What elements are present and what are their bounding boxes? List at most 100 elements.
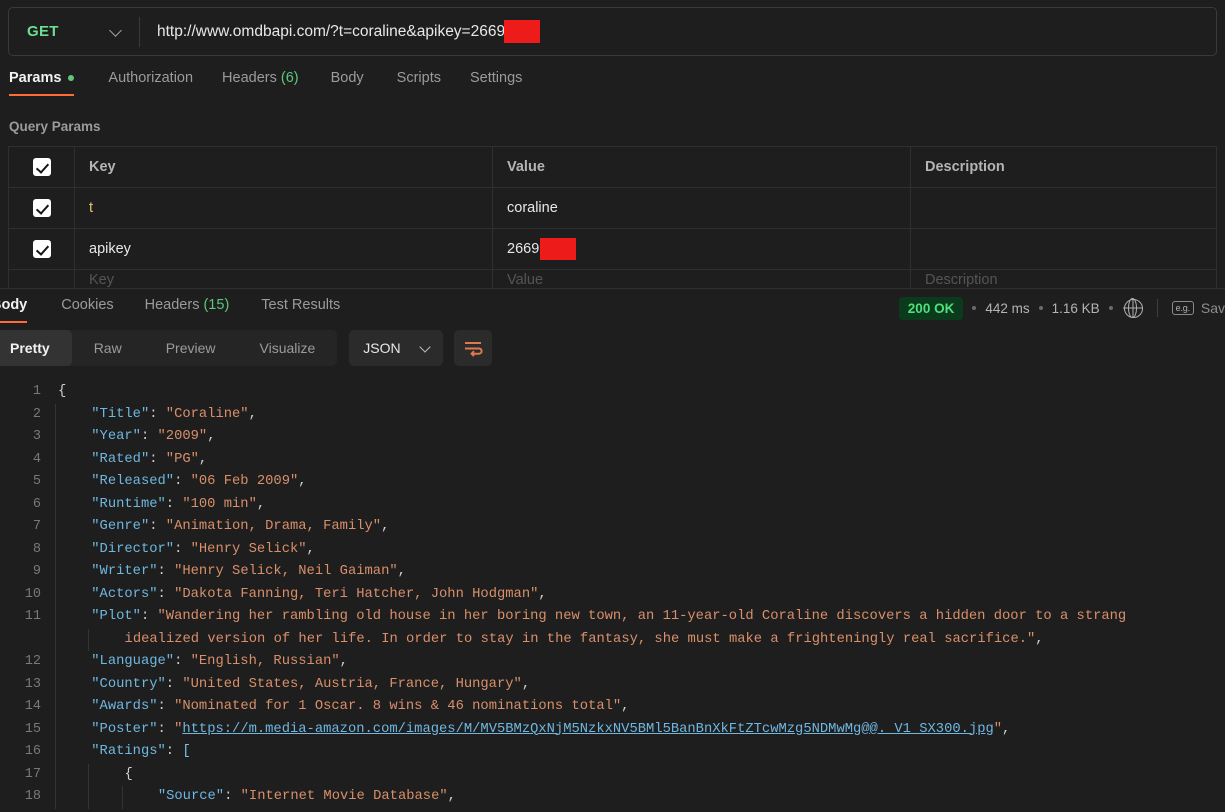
- json-key: "Language": [91, 654, 175, 669]
- param-key-placeholder[interactable]: Key: [75, 270, 493, 289]
- view-mode-visualize[interactable]: Visualize: [238, 330, 338, 366]
- globe-icon[interactable]: [1123, 298, 1143, 318]
- param-value-input[interactable]: 2669: [493, 229, 911, 269]
- json-key: "Poster": [91, 721, 158, 737]
- status-badge: 200 OK: [898, 296, 964, 320]
- json-punctuation: ,: [397, 564, 406, 579]
- view-mode-preview[interactable]: Preview: [144, 330, 238, 366]
- view-mode-pretty[interactable]: Pretty: [0, 330, 72, 366]
- line-number: 12: [24, 654, 41, 669]
- json-punctuation: :: [149, 406, 166, 422]
- param-key-text: t: [89, 200, 94, 216]
- json-punctuation: ,: [521, 676, 531, 692]
- row-checkbox-cell: [9, 229, 75, 269]
- code-text: idealized version of her life. In order …: [54, 628, 1044, 651]
- json-key: "Actors": [91, 586, 158, 602]
- url-input[interactable]: http://www.omdbapi.com/?t=coraline&apike…: [140, 8, 1216, 55]
- indent-guide: [121, 786, 123, 809]
- code-text: "Poster": "https://m.media-amazon.com/im…: [54, 718, 1010, 741]
- code-content: "Language": "English, Russian",: [58, 654, 348, 669]
- indent-guide: [55, 696, 56, 719]
- param-key-input[interactable]: apikey: [75, 229, 493, 269]
- code-content: "Awards": "Nominated for 1 Oscar. 8 wins…: [58, 699, 629, 714]
- request-tab-settings[interactable]: Settings: [470, 70, 522, 96]
- request-tab-params[interactable]: Params: [9, 70, 75, 96]
- view-mode-group: Pretty Raw Preview Visualize: [0, 330, 338, 366]
- response-tab-test-results[interactable]: Test Results: [261, 289, 340, 323]
- line-number: 1: [32, 384, 41, 399]
- json-punctuation: ,: [248, 406, 257, 422]
- row-enabled-checkbox[interactable]: [32, 240, 51, 258]
- json-string: "2009": [157, 429, 208, 444]
- json-string: "English, Russian": [190, 654, 340, 669]
- json-link[interactable]: https://m.media-amazon.com/images/M/MV5B…: [182, 722, 993, 737]
- code-content: "Rated": "PG",: [58, 452, 207, 467]
- code-text: {: [54, 381, 66, 404]
- indent-guide: [55, 561, 56, 584]
- save-response-button[interactable]: Sav: [1201, 300, 1225, 316]
- json-key: "Title": [91, 406, 150, 422]
- response-tab-headers[interactable]: Headers (15): [145, 289, 230, 323]
- view-mode-raw[interactable]: Raw: [72, 330, 144, 366]
- param-key-input[interactable]: t: [75, 188, 493, 228]
- line-number: 18: [24, 789, 41, 804]
- request-tab-headers[interactable]: Headers (6): [222, 70, 299, 96]
- url-text: http://www.omdbapi.com/?t=coraline&apike…: [157, 22, 506, 40]
- response-tab-label: Test Results: [261, 297, 341, 313]
- code-line: 6 "Runtime": "100 min",: [0, 493, 1225, 516]
- json-punctuation: ,: [538, 586, 547, 602]
- json-punctuation: {: [124, 766, 133, 782]
- param-value-placeholder[interactable]: Value: [493, 270, 911, 289]
- query-params-title: Query Params: [9, 119, 101, 134]
- indent-guide: [55, 516, 56, 539]
- word-wrap-toggle[interactable]: [454, 330, 493, 366]
- request-tab-authorization[interactable]: Authorization: [108, 70, 193, 96]
- json-punctuation: ,: [621, 699, 630, 714]
- code-line: 3 "Year": "2009",: [0, 426, 1225, 449]
- indent-guide: [55, 763, 56, 786]
- code-line: 12 "Language": "English, Russian",: [0, 651, 1225, 674]
- json-key: "Country": [91, 676, 166, 692]
- response-size: 1.16 KB: [1051, 300, 1100, 316]
- param-value-input[interactable]: coraline: [493, 188, 911, 228]
- line-number: 14: [24, 699, 41, 714]
- response-tab-body[interactable]: Body: [0, 289, 28, 323]
- table-row: apikey 2669: [9, 229, 1216, 270]
- indent-guide: [55, 786, 56, 809]
- separator-dot: [1038, 306, 1043, 310]
- code-line: 2 "Title": "Coraline",: [0, 403, 1225, 426]
- code-line: 18 "Source": "Internet Movie Database",: [0, 786, 1225, 809]
- response-tab-count: (15): [199, 297, 230, 313]
- json-punctuation: ,: [298, 474, 307, 489]
- json-string: "Wandering her rambling old house in her…: [157, 609, 1127, 624]
- param-description-input[interactable]: [911, 188, 1216, 228]
- param-description-placeholder[interactable]: Description: [911, 270, 1216, 289]
- response-format-select[interactable]: JSON: [349, 330, 444, 366]
- indent-guide: [55, 718, 56, 741]
- request-tab-body[interactable]: Body: [331, 70, 364, 96]
- response-body-code[interactable]: 1{2 "Title": "Coraline", 3 "Year": "2009", 4…: [0, 381, 1225, 812]
- json-punctuation: ,: [198, 451, 208, 467]
- select-all-checkbox[interactable]: [32, 158, 51, 176]
- indent-guide: [55, 493, 56, 516]
- code-text: "Director": "Henry Selick",: [54, 538, 315, 561]
- row-enabled-checkbox[interactable]: [32, 199, 51, 217]
- code-text: "Language": "English, Russian",: [54, 651, 348, 674]
- table-row: t coraline: [9, 188, 1216, 229]
- json-key: "Source": [157, 789, 225, 804]
- param-value-text: coraline: [507, 200, 558, 216]
- http-method-select[interactable]: GET: [9, 8, 139, 55]
- line-number: 4: [32, 451, 41, 467]
- json-string: "Nominated for 1 Oscar. 8 wins & 46 nomi…: [174, 699, 622, 714]
- response-tab-cookies[interactable]: Cookies: [61, 289, 113, 323]
- request-tab-scripts[interactable]: Scripts: [397, 70, 441, 96]
- indent-guide: [55, 538, 56, 561]
- row-checkbox-cell: [9, 188, 75, 228]
- code-line: 4 "Rated": "PG",: [0, 448, 1225, 471]
- code-text: "Runtime": "100 min",: [54, 493, 265, 516]
- row-checkbox-cell: [9, 270, 75, 289]
- json-punctuation: :: [157, 721, 175, 737]
- param-description-input[interactable]: [911, 229, 1216, 269]
- json-punctuation: ,: [207, 429, 216, 444]
- code-line: 10 "Actors": "Dakota Fanning, Teri Hatche…: [0, 583, 1225, 606]
